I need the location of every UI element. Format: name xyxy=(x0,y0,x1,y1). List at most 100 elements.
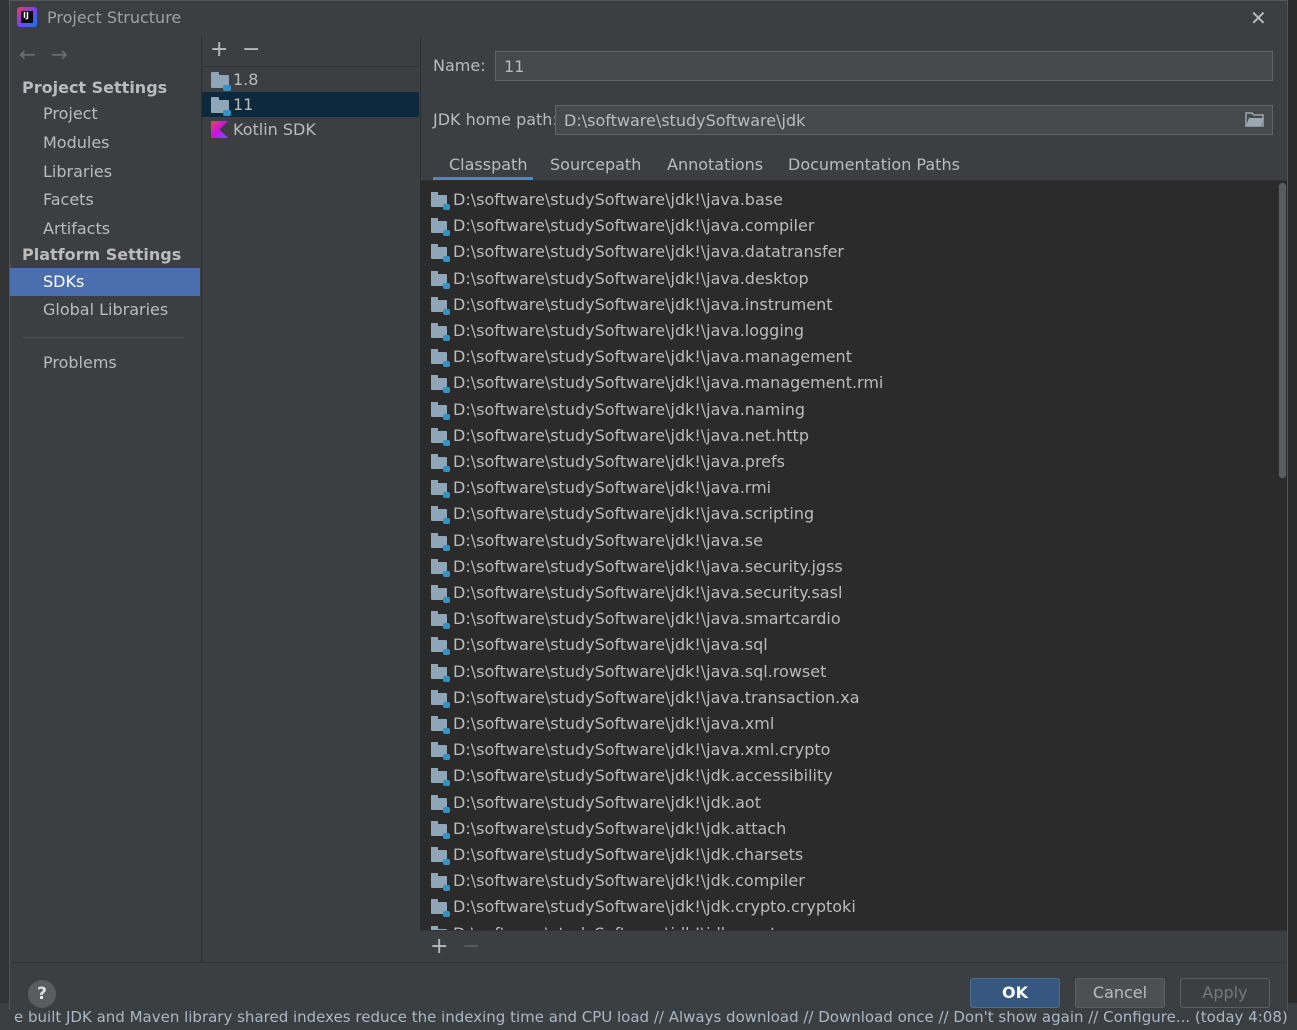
sdk-list-panel xyxy=(201,36,421,962)
classpath-row[interactable]: D:\software\studySoftware\jdk!\jdk.chars… xyxy=(420,842,1277,868)
sdk-item-label: 1.8 xyxy=(233,70,259,89)
library-folder-icon xyxy=(431,401,450,420)
library-folder-icon xyxy=(431,349,450,368)
classpath-row[interactable]: D:\software\studySoftware\jdk!\java.secu… xyxy=(420,554,1277,580)
sidebar-item-artifacts[interactable]: Artifacts xyxy=(10,215,200,243)
sidebar-item-modules[interactable]: Modules xyxy=(10,129,200,157)
classpath-row[interactable]: D:\software\studySoftware\jdk!\jdk.attac… xyxy=(420,816,1277,842)
classpath-row[interactable]: D:\software\studySoftware\jdk!\jdk.acces… xyxy=(420,763,1277,789)
sdk-item-1-8[interactable]: 1.8 xyxy=(202,67,419,92)
classpath-row-label: D:\software\studySoftware\jdk!\jdk.crypt… xyxy=(453,897,856,917)
sidebar-item-problems[interactable]: Problems xyxy=(10,349,200,377)
classpath-row-label: D:\software\studySoftware\jdk!\java.xml xyxy=(453,714,775,733)
sdk-item-label: 11 xyxy=(233,95,254,114)
jdk-home-path-input[interactable] xyxy=(555,105,1273,135)
classpath-row[interactable]: D:\software\studySoftware\jdk!\java.sql xyxy=(420,632,1277,658)
classpath-row[interactable]: D:\software\studySoftware\jdk!\java.rmi xyxy=(420,475,1277,501)
tab-sourcepath[interactable]: Sourcepath xyxy=(550,155,641,174)
remove-classpath-button[interactable]: − xyxy=(462,936,480,958)
library-folder-icon xyxy=(431,296,450,315)
dialog-title: Project Structure xyxy=(47,8,182,27)
sidebar-item-facets[interactable]: Facets xyxy=(10,186,200,214)
classpath-row[interactable]: D:\software\studySoftware\jdk!\java.sql.… xyxy=(420,659,1277,685)
classpath-row[interactable]: D:\software\studySoftware\jdk!\java.secu… xyxy=(420,580,1277,606)
classpath-row[interactable]: D:\software\studySoftware\jdk!\java.desk… xyxy=(420,266,1277,292)
classpath-row[interactable]: D:\software\studySoftware\jdk!\java.smar… xyxy=(420,606,1277,632)
sidebar-item-global-libraries[interactable]: Global Libraries xyxy=(10,296,200,324)
library-folder-icon xyxy=(431,558,450,577)
classpath-row-label: D:\software\studySoftware\jdk!\java.desk… xyxy=(453,268,809,288)
add-classpath-button[interactable]: + xyxy=(430,936,448,958)
library-folder-icon xyxy=(431,847,450,865)
library-folder-icon xyxy=(431,768,450,787)
classpath-row[interactable]: D:\software\studySoftware\jdk!\java.xml xyxy=(420,711,1277,737)
library-folder-icon xyxy=(431,742,450,761)
classpath-row[interactable]: D:\software\studySoftware\jdk!\jdk.aot xyxy=(420,790,1277,816)
browse-folder-icon[interactable] xyxy=(1245,111,1265,127)
classpath-row[interactable]: D:\software\studySoftware\jdk!\java.logg… xyxy=(420,318,1277,344)
apply-button[interactable]: Apply xyxy=(1180,978,1270,1008)
classpath-row-label: D:\software\studySoftware\jdk!\jdk.compi… xyxy=(453,871,805,891)
jdk-folder-icon xyxy=(211,97,231,116)
sdk-name-input[interactable] xyxy=(495,51,1273,81)
ide-background-right xyxy=(1287,0,1297,1030)
library-folder-icon xyxy=(431,716,450,734)
classpath-row[interactable]: D:\software\studySoftware\jdk!\java.mana… xyxy=(420,370,1277,396)
library-folder-icon xyxy=(431,689,450,708)
classpath-row[interactable]: D:\software\studySoftware\jdk!\java.xml.… xyxy=(420,737,1277,763)
classpath-row-label: D:\software\studySoftware\jdk!\java.inst… xyxy=(453,294,833,314)
classpath-row[interactable]: D:\software\studySoftware\jdk!\java.inst… xyxy=(420,292,1277,318)
classpath-row-label: D:\software\studySoftware\jdk!\java.mana… xyxy=(453,347,852,367)
tab-classpath[interactable]: Classpath xyxy=(449,155,527,174)
forward-arrow-icon[interactable]: → xyxy=(51,42,68,66)
classpath-row[interactable]: D:\software\studySoftware\jdk!\java.data… xyxy=(420,239,1277,265)
classpath-row[interactable]: D:\software\studySoftware\jdk!\java.mana… xyxy=(420,344,1277,370)
classpath-list[interactable]: D:\software\studySoftware\jdk!\java.base… xyxy=(420,181,1287,930)
sdk-list-toolbar xyxy=(201,36,419,67)
classpath-row[interactable]: D:\software\studySoftware\jdk!\java.tran… xyxy=(420,685,1277,711)
library-folder-icon xyxy=(431,585,450,603)
classpath-row[interactable]: D:\software\studySoftware\jdk!\jdk.crypt… xyxy=(420,894,1277,920)
scrollbar-thumb[interactable] xyxy=(1279,183,1286,478)
classpath-row-label: D:\software\studySoftware\jdk!\java.secu… xyxy=(453,556,843,576)
classpath-row-label: D:\software\studySoftware\jdk!\java.logg… xyxy=(453,321,805,340)
classpath-row[interactable]: D:\software\studySoftware\jdk!\jdk.crypt… xyxy=(420,921,1277,930)
library-folder-icon xyxy=(431,506,450,525)
classpath-row[interactable]: D:\software\studySoftware\jdk!\java.se xyxy=(420,528,1277,554)
sidebar-item-sdks[interactable]: SDKs xyxy=(10,268,200,296)
sidebar-item-project[interactable]: Project xyxy=(10,100,200,128)
library-folder-icon xyxy=(431,873,450,892)
classpath-row[interactable]: D:\software\studySoftware\jdk!\java.scri… xyxy=(420,501,1277,527)
classpath-row-label: D:\software\studySoftware\jdk!\java.net.… xyxy=(453,425,809,445)
classpath-row-label: D:\software\studySoftware\jdk!\java.se xyxy=(453,530,763,550)
sidebar-item-libraries[interactable]: Libraries xyxy=(10,158,200,186)
cancel-button[interactable]: Cancel xyxy=(1075,978,1165,1008)
close-icon[interactable]: ✕ xyxy=(1250,6,1267,30)
classpath-row-label: D:\software\studySoftware\jdk!\java.xml.… xyxy=(453,740,831,760)
classpath-row[interactable]: D:\software\studySoftware\jdk!\java.base xyxy=(420,187,1277,213)
classpath-row[interactable]: D:\software\studySoftware\jdk!\java.nami… xyxy=(420,397,1277,423)
back-arrow-icon[interactable]: ← xyxy=(19,42,36,66)
classpath-row-label: D:\software\studySoftware\jdk!\jdk.attac… xyxy=(453,818,787,838)
classpath-row[interactable]: D:\software\studySoftware\jdk!\jdk.compi… xyxy=(420,868,1277,894)
library-folder-icon xyxy=(431,611,450,630)
classpath-toolbar xyxy=(420,930,1287,963)
ok-button[interactable]: OK xyxy=(970,978,1060,1008)
sdk-item-kotlin[interactable]: Kotlin SDK xyxy=(202,117,419,142)
add-sdk-button[interactable]: + xyxy=(210,39,228,61)
sdk-item-label: Kotlin SDK xyxy=(233,120,316,139)
tab-documentation-paths[interactable]: Documentation Paths xyxy=(788,155,960,174)
sidebar-divider xyxy=(22,337,184,338)
ide-background-left xyxy=(0,0,9,1030)
remove-sdk-button[interactable]: − xyxy=(242,39,260,61)
library-folder-icon xyxy=(431,427,450,446)
classpath-row[interactable]: D:\software\studySoftware\jdk!\java.comp… xyxy=(420,213,1277,239)
tab-annotations[interactable]: Annotations xyxy=(667,155,763,174)
classpath-row[interactable]: D:\software\studySoftware\jdk!\java.net.… xyxy=(420,423,1277,449)
sdk-item-11[interactable]: 11 xyxy=(202,92,419,117)
help-button[interactable]: ? xyxy=(28,980,56,1008)
classpath-row-label: D:\software\studySoftware\jdk!\java.smar… xyxy=(453,609,841,629)
classpath-row[interactable]: D:\software\studySoftware\jdk!\java.pref… xyxy=(420,449,1277,475)
classpath-row-label: D:\software\studySoftware\jdk!\java.pref… xyxy=(453,452,785,471)
classpath-row-label: D:\software\studySoftware\jdk!\java.scri… xyxy=(453,504,815,524)
